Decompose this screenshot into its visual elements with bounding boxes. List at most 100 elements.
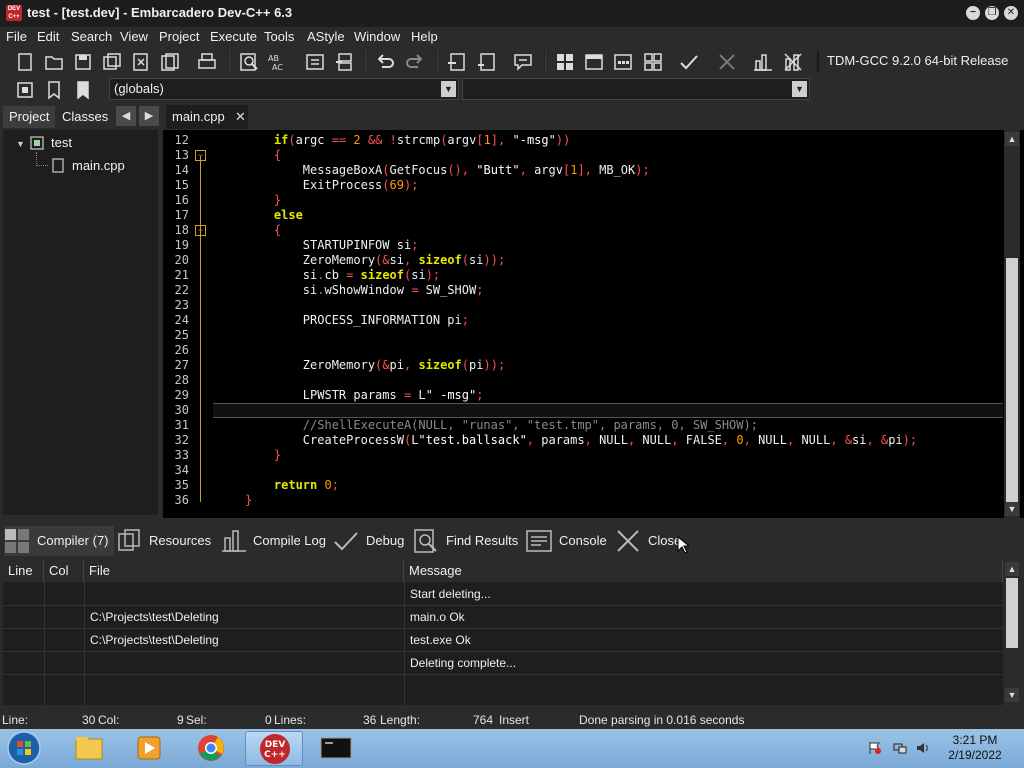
code-line[interactable]: ZeroMemory(&pi, sizeof(pi)); [245, 358, 505, 372]
expand-toggle-icon[interactable]: ▼ [16, 139, 25, 149]
column-header-col[interactable]: Col [44, 560, 84, 582]
replace-icon[interactable]: AB AC [266, 51, 288, 73]
scrollbar-thumb[interactable] [1006, 578, 1018, 648]
tab-classes[interactable]: Classes [56, 106, 114, 128]
tab-main-cpp[interactable]: main.cpp ✕ [166, 105, 248, 129]
run-icon[interactable] [583, 51, 605, 73]
table-row[interactable]: C:\Projects\test\Deleting test.exe Ok [3, 629, 1003, 652]
taskbar-chrome[interactable] [182, 731, 240, 766]
scrollbar-thumb[interactable] [1006, 258, 1018, 502]
check-syntax-icon[interactable] [678, 51, 700, 73]
scroll-up-icon[interactable]: ▲ [1005, 132, 1019, 146]
chevron-down-icon[interactable]: ▼ [441, 81, 456, 97]
code-line[interactable]: //ShellExecuteA(NULL, "runas", "test.tmp… [245, 418, 758, 432]
table-row[interactable]: C:\Projects\test\Deleting main.o Ok [3, 606, 1003, 629]
tab-find-results[interactable]: Find Results [413, 526, 523, 556]
stop-execution-icon[interactable] [716, 51, 738, 73]
network-icon[interactable] [893, 741, 907, 755]
print-icon[interactable] [196, 51, 218, 73]
menu-edit[interactable]: Edit [37, 29, 59, 44]
menu-astyle[interactable]: AStyle [307, 29, 345, 44]
chevron-down-icon[interactable]: ▼ [792, 81, 807, 97]
tree-item-file[interactable]: main.cpp [72, 158, 125, 173]
save-icon[interactable] [72, 51, 94, 73]
menu-search[interactable]: Search [71, 29, 112, 44]
delete-profile-icon[interactable] [782, 51, 804, 73]
unindent-icon[interactable] [334, 51, 356, 73]
menu-view[interactable]: View [120, 29, 148, 44]
tab-compiler[interactable]: Compiler (7) [4, 526, 114, 556]
compile-icon[interactable] [554, 51, 576, 73]
profile-icon[interactable] [752, 51, 774, 73]
code-line[interactable]: if(argc == 2 && !strcmp(argv[1], "-msg")… [245, 133, 570, 147]
table-row[interactable]: Start deleting... [3, 583, 1003, 606]
code-line[interactable]: CreateProcessW(L"test.ballsack", params,… [245, 433, 917, 447]
minimize-icon[interactable]: − [966, 6, 980, 20]
open-folder-icon[interactable] [43, 51, 65, 73]
taskbar-console[interactable] [307, 731, 365, 766]
chevron-left-icon[interactable]: ◀ [116, 106, 136, 126]
code-line[interactable]: ZeroMemory(&si, sizeof(si)); [245, 253, 505, 267]
taskbar-devcpp[interactable]: DEV C++ [245, 731, 303, 766]
column-header-file[interactable]: File [84, 560, 404, 582]
menu-project[interactable]: Project [159, 29, 199, 44]
redo-icon[interactable] [404, 51, 426, 73]
tab-close[interactable]: Close [615, 526, 685, 556]
tab-resources[interactable]: Resources [117, 526, 219, 556]
add-file-icon[interactable] [476, 51, 498, 73]
code-line[interactable]: ExitProcess(69); [245, 178, 419, 192]
menu-file[interactable]: File [6, 29, 27, 44]
column-header-message[interactable]: Message [404, 560, 1003, 582]
compiler-messages-table[interactable]: Line Col File Message Start deleting... … [3, 560, 1003, 705]
chevron-right-icon[interactable]: ▶ [139, 106, 159, 126]
code-line[interactable]: si.wShowWindow = SW_SHOW; [245, 283, 484, 297]
restore-icon[interactable]: ❐ [985, 6, 999, 20]
menu-tools[interactable]: Tools [264, 29, 294, 44]
scroll-down-icon[interactable]: ▼ [1005, 688, 1019, 702]
code-line[interactable]: { [245, 148, 281, 162]
table-row[interactable]: Deleting complete... [3, 652, 1003, 675]
tab-debug[interactable]: Debug [333, 526, 409, 556]
menu-window[interactable]: Window [354, 29, 400, 44]
indent-icon[interactable] [304, 51, 326, 73]
code-editor[interactable]: 1213−1415161718−192021222324252627282930… [163, 130, 1024, 518]
code-line[interactable]: si.cb = sizeof(si); [245, 268, 440, 282]
rebuild-icon[interactable] [642, 51, 664, 73]
function-dropdown[interactable]: ▼ [462, 78, 810, 100]
tab-compile-log[interactable]: Compile Log [221, 526, 331, 556]
tree-item-project[interactable]: test [51, 135, 72, 150]
code-line[interactable]: MessageBoxA(GetFocus(), "Butt", argv[1],… [245, 163, 650, 177]
code-line[interactable]: } [245, 493, 252, 507]
bookmark-icon[interactable] [43, 79, 65, 101]
messages-vertical-scrollbar[interactable]: ▲ ▼ [1004, 560, 1020, 705]
code-line[interactable]: else [245, 208, 303, 222]
new-file-icon[interactable] [14, 51, 36, 73]
scroll-up-icon[interactable]: ▲ [1005, 562, 1019, 576]
compiler-selector[interactable]: TDM-GCC 9.2.0 64-bit Release [817, 51, 1024, 73]
code-line[interactable]: } [245, 193, 281, 207]
compile-run-icon[interactable] [612, 51, 634, 73]
devcpp-app-icon[interactable]: DEV C++ [6, 5, 22, 21]
new-class-icon[interactable] [446, 51, 468, 73]
scope-dropdown[interactable]: (globals) ▼ [109, 78, 459, 100]
save-all-icon[interactable] [101, 51, 123, 73]
tab-project[interactable]: Project [3, 106, 56, 128]
editor-vertical-scrollbar[interactable]: ▲ ▼ [1004, 130, 1020, 518]
goto-icon[interactable] [14, 79, 36, 101]
code-line[interactable]: PROCESS_INFORMATION pi; [245, 313, 469, 327]
taskbar-media-player[interactable] [120, 731, 178, 766]
code-line[interactable]: LPWSTR params = L" -msg"; [245, 388, 484, 402]
menu-help[interactable]: Help [411, 29, 438, 44]
start-button[interactable] [4, 730, 44, 767]
close-tab-icon[interactable]: ✕ [235, 109, 246, 125]
column-header-line[interactable]: Line [3, 560, 44, 582]
undo-icon[interactable] [374, 51, 396, 73]
code-line[interactable]: } [245, 448, 281, 462]
close-file-icon[interactable] [130, 51, 152, 73]
tab-console[interactable]: Console [526, 526, 610, 556]
find-icon[interactable] [238, 51, 260, 73]
code-line[interactable]: STARTUPINFOW si; [245, 238, 419, 252]
menu-execute[interactable]: Execute [210, 29, 257, 44]
clock[interactable]: 3:21 PM 2/19/2022 [940, 733, 1010, 763]
comment-icon[interactable] [512, 51, 534, 73]
